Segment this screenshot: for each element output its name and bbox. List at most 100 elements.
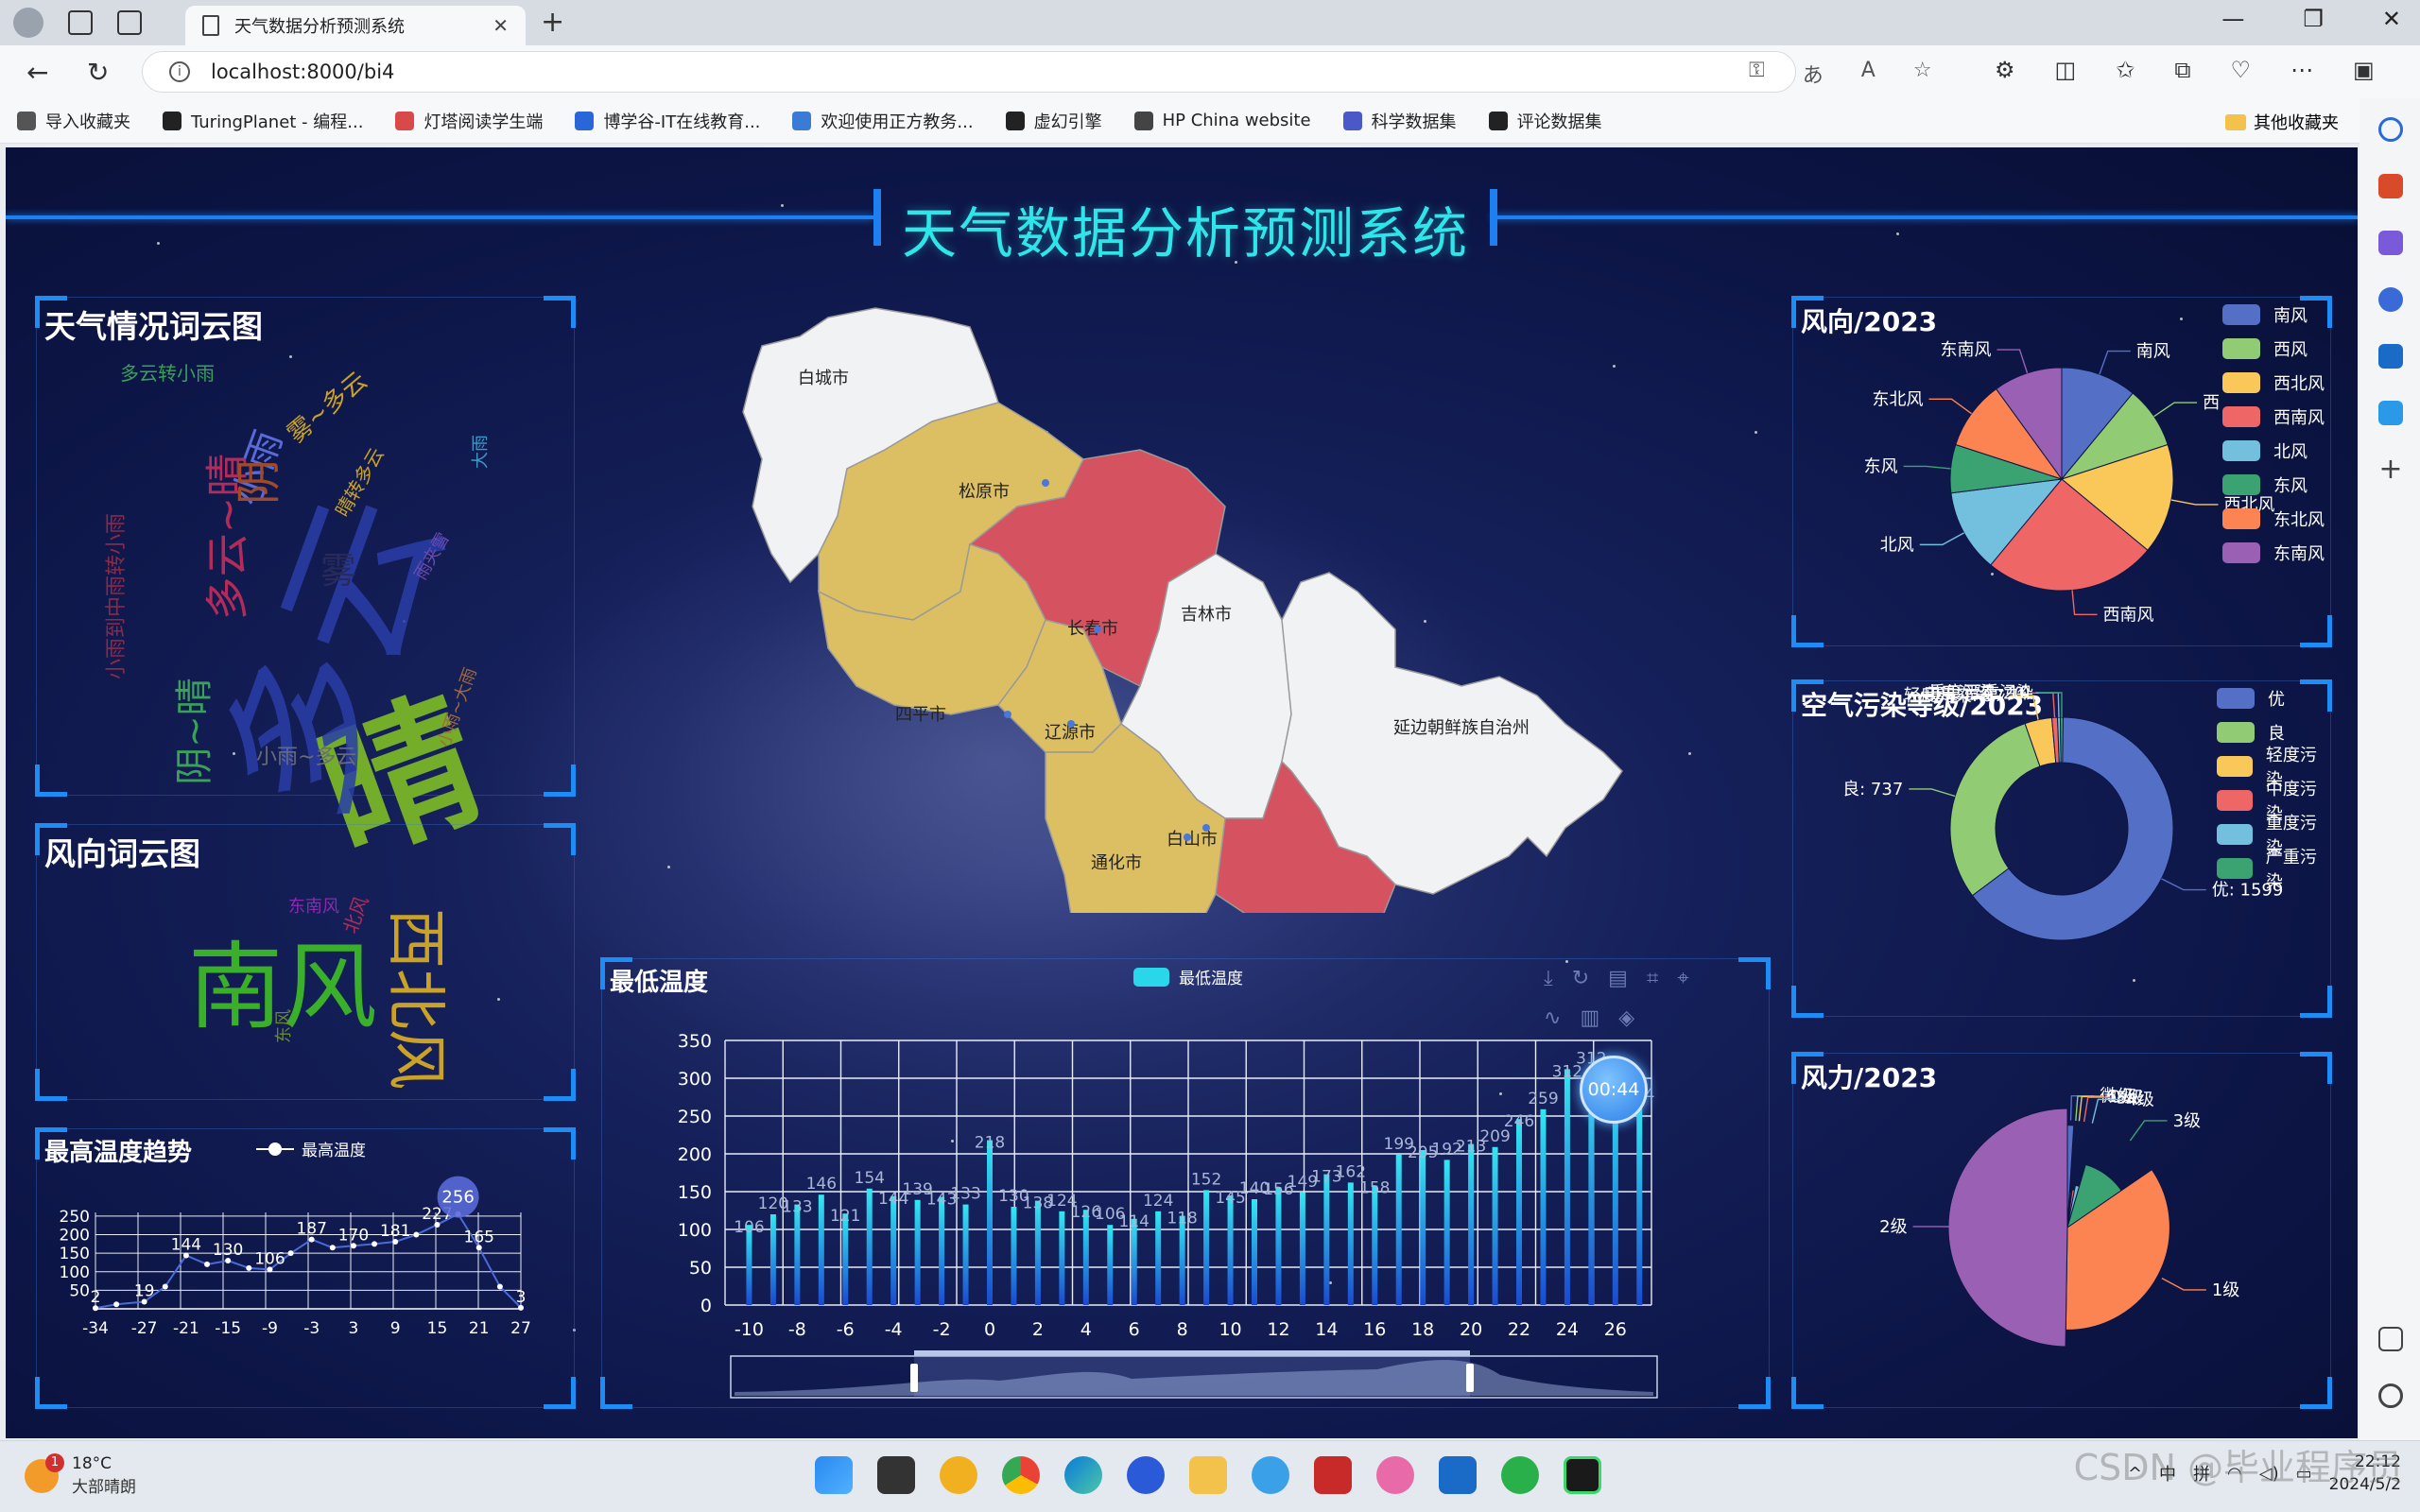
- bar: [962, 1204, 969, 1305]
- tools-icon[interactable]: [2378, 174, 2403, 198]
- legend-item[interactable]: 东南风: [2222, 536, 2325, 570]
- bookmark-item[interactable]: 灯塔阅读学生端: [395, 109, 543, 133]
- new-tab-button[interactable]: +: [541, 6, 564, 39]
- add-icon[interactable]: +: [2378, 455, 2403, 484]
- avatar-app-icon[interactable]: [1376, 1456, 1414, 1494]
- star-dot: [1896, 232, 1899, 235]
- app-red-icon[interactable]: [1314, 1456, 1352, 1494]
- refresh-button[interactable]: ↻: [87, 57, 109, 88]
- max-temp-panel: 最高温度趋势 最高温度 50 100 150 200 250 -34 -27 -21 -15 -9…: [35, 1127, 576, 1409]
- more-menu-icon[interactable]: ⋯: [2290, 57, 2313, 83]
- site-info-icon[interactable]: i: [169, 61, 190, 82]
- collections-icon[interactable]: [68, 10, 93, 35]
- chat-icon[interactable]: [1252, 1456, 1289, 1494]
- legend-item[interactable]: 南风: [2222, 298, 2325, 332]
- chrome-icon[interactable]: [1002, 1456, 1040, 1494]
- address-bar[interactable]: i localhost:8000/bi4: [142, 51, 1796, 93]
- wechat-icon[interactable]: [1501, 1456, 1539, 1494]
- profile-avatar[interactable]: [13, 8, 43, 38]
- label-leader-line: [2153, 402, 2198, 418]
- bookmark-label: 欢迎使用正方教务...: [821, 112, 974, 132]
- legend-item[interactable]: 西风: [2222, 332, 2325, 366]
- weather-widget[interactable]: 1 18°C 大部晴朗: [25, 1452, 136, 1497]
- edge-icon[interactable]: [1064, 1456, 1102, 1494]
- start-icon[interactable]: [815, 1456, 853, 1494]
- outlook-icon[interactable]: [2378, 344, 2403, 369]
- norton-icon[interactable]: [940, 1456, 977, 1494]
- data-label: 170: [338, 1226, 369, 1245]
- bar: [890, 1195, 897, 1305]
- extensions-icon[interactable]: ⚙: [1995, 57, 2015, 83]
- app-icon[interactable]: [1127, 1456, 1165, 1494]
- legend-swatch: [2217, 824, 2253, 845]
- app-blue-icon[interactable]: [1439, 1456, 1477, 1494]
- weather-wordcloud-panel: 天气情况词云图 多云转小雨 小雨 雾~多云 多云~晴 晴 多云 雾 阴~晴 小雨…: [35, 296, 576, 887]
- bookmark-item[interactable]: HP China website: [1133, 111, 1311, 130]
- screenshot-icon[interactable]: [2378, 1327, 2403, 1351]
- file-explorer-icon[interactable]: [1189, 1456, 1227, 1494]
- bookmark-favicon-icon: [575, 111, 595, 130]
- watermark: CSDN @毕业程序员: [2073, 1447, 2403, 1488]
- browser-tab[interactable]: 天气数据分析预测系统 ✕: [185, 6, 526, 45]
- legend-item[interactable]: 北风: [2222, 434, 2325, 468]
- bookmark-label: HP China website: [1162, 111, 1311, 130]
- favorite-star-icon[interactable]: ☆: [1913, 59, 1932, 89]
- close-tab-icon[interactable]: ✕: [493, 14, 509, 37]
- vertical-tabs-icon[interactable]: [117, 10, 142, 35]
- bookmark-item[interactable]: 导入收藏夹: [17, 109, 130, 133]
- people-icon[interactable]: [2378, 231, 2403, 255]
- send-icon[interactable]: [2378, 401, 2403, 425]
- bookmark-item[interactable]: 虚幻引擎: [1005, 109, 1102, 133]
- settings-icon[interactable]: [2378, 1383, 2403, 1408]
- close-window-button[interactable]: ✕: [2382, 6, 2401, 32]
- bookmark-item[interactable]: 博学谷-IT在线教育...: [575, 109, 760, 133]
- collections-toolbar-icon[interactable]: ⧉: [2174, 57, 2190, 83]
- split-screen-icon[interactable]: ◫: [2055, 57, 2077, 83]
- browser-essentials-icon[interactable]: ♡: [2230, 57, 2251, 83]
- back-button[interactable]: ←: [26, 57, 48, 88]
- bookmark-item[interactable]: 欢迎使用正方教务...: [792, 109, 974, 133]
- read-aloud-icon[interactable]: A: [1861, 59, 1876, 89]
- timer-badge[interactable]: 00:44: [1580, 1056, 1648, 1124]
- map-city-label: 松原市: [959, 482, 1010, 502]
- map-city-label: 白城市: [798, 369, 849, 388]
- y-tick-label: 100: [60, 1263, 90, 1282]
- bar: [1395, 1154, 1402, 1305]
- x-tick-label: 15: [427, 1319, 448, 1338]
- translate-icon[interactable]: あ: [1803, 59, 1824, 89]
- sidebar-toggle-icon[interactable]: ▣: [2353, 57, 2375, 83]
- legend-item[interactable]: 优: [2217, 681, 2330, 715]
- legend-item[interactable]: 东北风: [2222, 502, 2325, 536]
- legend-item[interactable]: 东风: [2222, 468, 2325, 502]
- data-label: 106: [254, 1249, 285, 1268]
- word: 小雨~多云: [256, 746, 357, 769]
- task-view-icon[interactable]: [877, 1456, 915, 1494]
- word: 阴: [233, 458, 286, 506]
- x-tick-label: 22: [1508, 1319, 1530, 1340]
- minimize-button[interactable]: —: [2221, 6, 2244, 32]
- jilin-map[interactable]: 白城市松原市长春市吉林市四平市辽源市 延边朝鲜族自治州白山市通化市: [715, 270, 1679, 913]
- label-leader-line: [1903, 465, 1951, 470]
- data-point: [246, 1264, 252, 1271]
- bookmark-item[interactable]: TuringPlanet - 编程...: [163, 109, 363, 133]
- legend-item[interactable]: 严重污染: [2217, 848, 2330, 892]
- x-tick-label: -2: [933, 1319, 951, 1340]
- bar: [914, 1199, 921, 1305]
- word: 小雨到中雨转小雨: [105, 512, 130, 680]
- favorites-icon[interactable]: ✩: [2116, 57, 2135, 83]
- word: 阴~晴: [172, 678, 216, 785]
- x-tick-label: 18: [1411, 1319, 1434, 1340]
- legend-item[interactable]: 西南风: [2222, 400, 2325, 434]
- bar-data-label: 152: [1191, 1170, 1221, 1189]
- legend-item[interactable]: 西北风: [2222, 366, 2325, 400]
- key-icon[interactable]: ⚿: [1749, 59, 1765, 89]
- bookmark-item[interactable]: 评论数据集: [1488, 109, 1602, 133]
- copilot-icon[interactable]: [2378, 287, 2403, 312]
- slice-label: 东风: [1864, 456, 1898, 476]
- pycharm-icon[interactable]: [1564, 1456, 1601, 1494]
- windows-taskbar: 1 18°C 大部晴朗 ^ 中 拼 ◠ ◁) ▭ 22:12 2024/5/2: [0, 1440, 2420, 1512]
- restore-button[interactable]: ❐: [2303, 6, 2324, 32]
- search-icon[interactable]: [2378, 117, 2403, 142]
- other-bookmarks[interactable]: 其他收藏夹: [2225, 110, 2339, 134]
- bookmark-item[interactable]: 科学数据集: [1342, 109, 1457, 133]
